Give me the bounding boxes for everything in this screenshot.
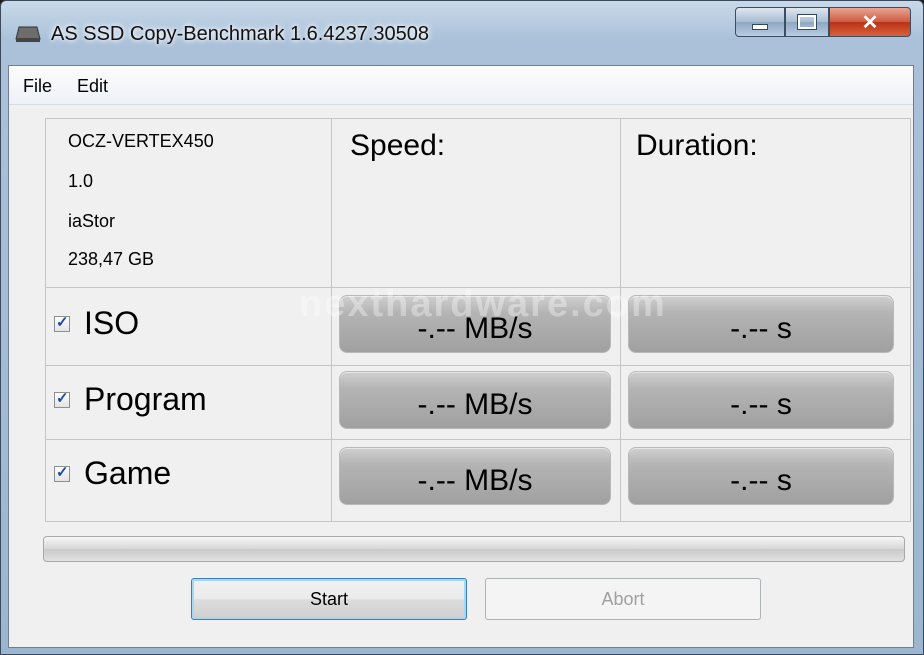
window-title: AS SSD Copy-Benchmark 1.6.4237.30508 — [51, 23, 429, 45]
speed-header: Speed: — [350, 129, 446, 162]
results-grid: OCZ-VERTEX450 1.0 iaStor 238,47 GB Speed… — [45, 118, 911, 522]
drive-driver: iaStor — [68, 211, 116, 231]
client-area: File Edit OCZ-VERTEX450 1.0 iaStor 238,4… — [8, 65, 914, 648]
drive-model: OCZ-VERTEX450 — [68, 131, 214, 151]
grid-divider — [46, 287, 910, 288]
minimize-button[interactable] — [735, 7, 785, 37]
game-checkbox-row[interactable]: Game — [54, 455, 171, 492]
drive-firmware: 1.0 — [68, 171, 94, 191]
grid-divider — [620, 119, 621, 521]
maximize-icon — [797, 14, 817, 30]
iso-duration-result: -.-- s — [628, 295, 894, 353]
progress-bar — [43, 536, 905, 562]
iso-checkbox[interactable] — [54, 313, 70, 332]
game-label: Game — [84, 455, 172, 491]
iso-speed-result: -.-- MB/s — [339, 295, 611, 353]
close-icon: ✕ — [861, 11, 879, 34]
game-duration-result: -.-- s — [628, 447, 894, 505]
app-window: AS SSD Copy-Benchmark 1.6.4237.30508 ✕ F… — [0, 0, 924, 655]
iso-checkbox-row[interactable]: ISO — [54, 305, 139, 342]
abort-button: Abort — [485, 578, 761, 620]
maximize-button[interactable] — [785, 7, 829, 37]
close-button[interactable]: ✕ — [829, 7, 911, 37]
program-label: Program — [84, 381, 207, 417]
menu-file[interactable]: File — [23, 76, 52, 97]
program-checkbox-row[interactable]: Program — [54, 381, 207, 418]
grid-divider — [331, 119, 332, 521]
drive-capacity: 238,47 GB — [68, 249, 155, 269]
program-checkbox[interactable] — [54, 389, 70, 408]
grid-divider — [46, 439, 910, 440]
drive-icon — [15, 26, 41, 42]
title-bar[interactable]: AS SSD Copy-Benchmark 1.6.4237.30508 ✕ — [1, 1, 923, 65]
game-checkbox[interactable] — [54, 463, 70, 482]
duration-header: Duration: — [636, 129, 758, 162]
start-button[interactable]: Start — [191, 578, 467, 620]
menu-bar: File Edit — [9, 66, 913, 105]
iso-label: ISO — [84, 305, 140, 341]
menu-edit[interactable]: Edit — [77, 76, 108, 97]
program-speed-result: -.-- MB/s — [339, 371, 611, 429]
program-duration-result: -.-- s — [628, 371, 894, 429]
game-speed-result: -.-- MB/s — [339, 447, 611, 505]
grid-divider — [46, 365, 910, 366]
minimize-icon — [752, 24, 768, 30]
